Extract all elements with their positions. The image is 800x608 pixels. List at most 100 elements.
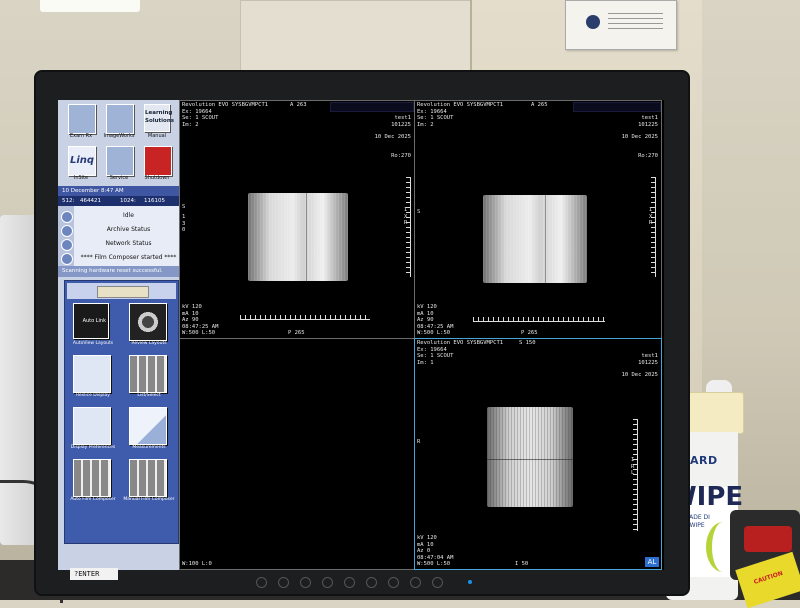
vp1-right-orient: I X R [404,207,408,226]
vp2-rotation: Ro:270 [638,153,658,159]
tool-measurements[interactable]: Measurements [123,407,173,457]
vp4-orient-top: R [417,439,421,445]
vp1-horizontal-ruler [240,313,370,320]
vp1-vertical-ruler [404,177,411,277]
monitor: Exam Rx ImageWorks Learning Solutions Ma… [36,72,688,594]
vp2-vertical-ruler [649,177,656,277]
vp4-window-level: W:500 L:50 [417,561,451,567]
wall-panel [240,0,472,74]
tool-panel-header [67,283,176,299]
idle-status-icon[interactable] [61,211,73,223]
vp4-right-orient: I R L [631,457,635,476]
vp1-redacted-name [330,102,414,112]
network-status[interactable]: Network Status [74,240,183,247]
vp2-horizontal-ruler [473,315,605,322]
status-panel: Idle Archive Status Network Status **** … [58,206,183,266]
vp3-window-level: W:100 L:0 [182,561,212,567]
monitor-button-3[interactable] [322,577,333,588]
vp2-scout-image [483,195,587,283]
film-status-icon[interactable] [61,253,73,265]
network-status-icon[interactable] [61,239,73,251]
vp1-date: 10 Dec 2025 [374,134,411,140]
tool-auto-film-composer[interactable]: Auto Film Composer [67,459,117,509]
tool-label: Display Preferences [70,445,116,450]
insite-icon: Linq [68,146,96,176]
vp2-scout-seam [545,195,546,283]
idle-status: Idle [123,212,134,219]
vp1-orient-top: S [182,204,186,210]
vp1-orient-nums: 1 3 0 [182,214,186,233]
monitor-button-7[interactable] [410,577,421,588]
exam-rx-icon [68,104,96,134]
id-512-value: 464421 [80,198,101,204]
vp1-position: A 263 [290,102,307,108]
tool-display-preferences[interactable]: Display Preferences [67,407,117,457]
autoview-layouts-icon: Auto Link [73,303,109,339]
tool-label: Reslice Display [76,393,110,398]
tool-header-strip [97,286,149,298]
app-label: Service [109,175,129,181]
monitor-button-5[interactable] [366,577,377,588]
viewport-4[interactable]: Revolution EVO SYSBGVMPCT1 S 150 Ex: 196… [414,338,662,570]
vp4-bottom-orient: I 50 [515,561,529,567]
monitor-power-button[interactable] [432,577,443,588]
tool-label: List/Select [137,393,161,398]
al-badge[interactable]: AL [645,557,659,567]
tool-autoview-layouts[interactable]: Auto Link AutoView Layouts [67,303,117,353]
archive-status[interactable]: Archive Status [74,226,183,233]
app-insite[interactable]: Linq InSite [62,146,100,186]
app-label: Exam Rx [69,133,93,139]
app-service[interactable]: Service [100,146,138,186]
viewport-3[interactable]: W:100 L:0 [179,338,415,570]
vp4-exam-id: 101225 [638,359,658,366]
vp2-date: 10 Dec 2025 [621,134,658,140]
enter-key-label[interactable]: ?ENTER [70,568,118,580]
vp2-orient-top: S [417,209,421,215]
vp1-scout-image [248,193,348,281]
vp1-window-level: W:500 L:50 [182,330,216,336]
vp2-position: A 265 [531,102,548,108]
archive-status-icon[interactable] [61,225,73,237]
vp1-exam-id: 101225 [391,121,411,128]
viewport-2[interactable]: Revolution EVO SYSBGVMPCT1 A 265 Ex: 196… [414,100,662,339]
monitor-input-button[interactable] [256,577,267,588]
status-icon-strip [58,206,74,266]
wall-notice [565,0,677,50]
power-led-icon [468,580,472,584]
app-shutdown[interactable]: Shutdown [138,146,176,186]
app-manual[interactable]: Learning Solutions Manual [138,104,176,144]
app-exam-rx[interactable]: Exam Rx [62,104,100,144]
app-imageworks[interactable]: ImageWorks [100,104,138,144]
notice-text-lines [608,13,663,33]
console-sidebar: Exam Rx ImageWorks Learning Solutions Ma… [58,100,183,570]
vp1-scout-seam [306,193,307,281]
shutdown-icon [144,146,172,176]
system-message: Scanning hardware reset successful. [58,266,183,277]
vp2-right-orient: I X R [649,207,653,226]
imageworks-icon [106,104,134,134]
monitor-button-1[interactable] [278,577,289,588]
vp4-scout-image [487,407,573,507]
tool-label: AutoView Layouts [72,341,114,346]
monitor-button-6[interactable] [388,577,399,588]
id-512-label: 512: [62,198,75,204]
caution-tape-text: CAUTION [752,569,784,586]
measurements-icon [129,407,167,445]
vp4-position: S 150 [519,340,536,346]
vp2-redacted-name [573,102,661,112]
tool-reslice-display[interactable]: Reslice Display [67,355,117,405]
viewport-1[interactable]: Revolution EVO SYSBGVMPCT1 A 263 Ex: 196… [179,100,415,339]
viewer-tools-panel: Auto Link AutoView Layouts Review Layout… [64,280,179,544]
tool-label: Review Layouts [131,341,167,346]
list-select-icon [129,355,167,393]
monitor-button-2[interactable] [300,577,311,588]
app-label: ImageWorks [103,133,135,139]
tool-manual-film-composer[interactable]: Manual Film Composer [123,459,175,509]
monitor-button-4[interactable] [344,577,355,588]
enter-bar [58,548,183,570]
tool-list-select[interactable]: List/Select [123,355,173,405]
tool-review-layouts[interactable]: Review Layouts [123,303,173,353]
image-id-bar: 512: 464421 1024: 116105 [58,196,183,206]
ceiling-light [40,0,140,12]
vp1-image: Im: 2 [182,121,199,128]
